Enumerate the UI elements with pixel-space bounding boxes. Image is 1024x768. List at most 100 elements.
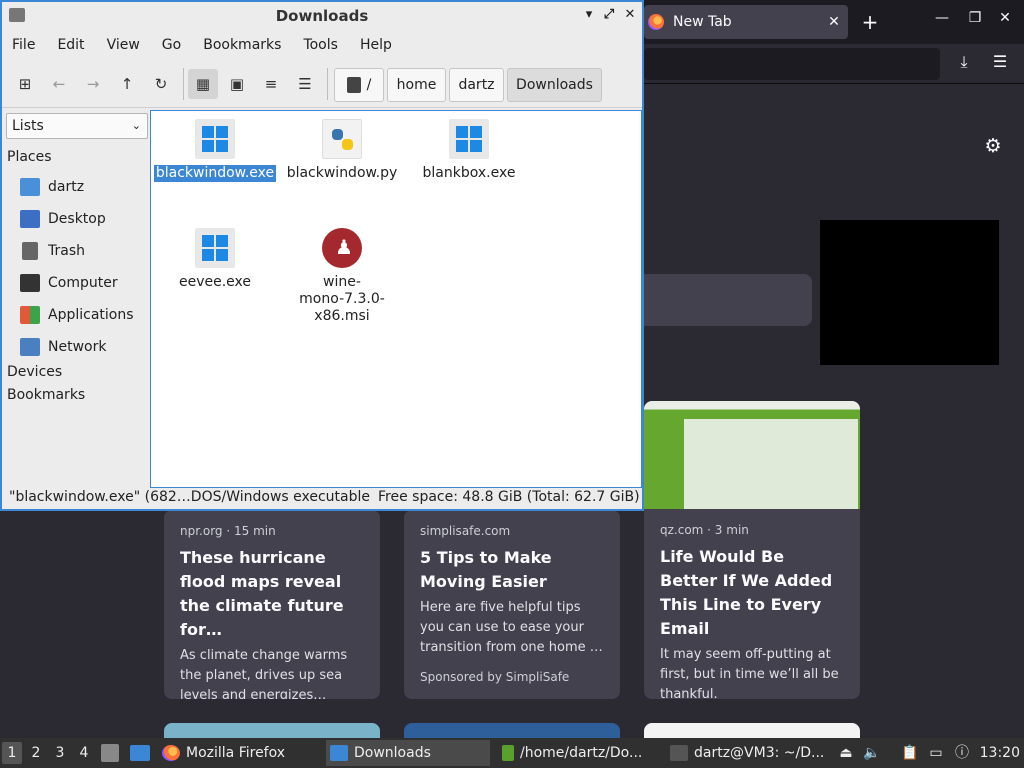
sidebar: Lists ⌄ Places dartz Desktop Trash Comput…	[4, 110, 148, 488]
desktop-icon	[20, 210, 40, 228]
folder-icon	[330, 745, 348, 761]
computer-icon	[20, 274, 40, 292]
menu-edit[interactable]: Edit	[57, 37, 84, 53]
menu-bookmarks[interactable]: Bookmarks	[203, 37, 281, 53]
breadcrumb-root[interactable]: /	[334, 68, 384, 102]
eject-icon[interactable]: ⏏	[836, 743, 856, 763]
menu-go[interactable]: Go	[162, 37, 181, 53]
file-item[interactable]: eevee.exe	[151, 228, 279, 291]
network-icon	[20, 338, 40, 356]
status-bar: "blackwindow.exe" (682…DOS/Windows execu…	[4, 485, 642, 509]
workspace-1[interactable]: 1	[2, 742, 22, 764]
new-tab-button[interactable]: +	[856, 8, 884, 36]
update-notifier-icon[interactable]: ⓘ	[952, 743, 972, 763]
file-item[interactable]: blankbox.exe	[405, 119, 533, 182]
forward-icon[interactable]: →	[78, 69, 108, 99]
sidebar-item-dartz[interactable]: dartz	[20, 176, 84, 198]
reload-icon[interactable]: ↻	[146, 69, 176, 99]
file-item[interactable]: ♟ wine- mono-7.3.0- x86.msi	[278, 228, 406, 325]
clipboard-icon[interactable]: 📋	[900, 743, 920, 763]
maximize-icon[interactable]: ❐	[963, 10, 987, 26]
task-terminal[interactable]: dartz@VM3: ~/D...	[666, 740, 824, 766]
chevron-down-icon: ⌄	[131, 119, 141, 132]
card-title: 5 Tips to Make Moving Easier	[420, 548, 552, 591]
devices-heading[interactable]: Devices	[7, 364, 62, 380]
text-editor-icon	[502, 745, 514, 761]
story-card[interactable]: qz.com · 3 min Life Would Be Better If W…	[644, 401, 860, 699]
file-name: wine- mono-7.3.0- x86.msi	[299, 274, 385, 324]
close-window-icon[interactable]: ✕	[993, 10, 1017, 26]
card-sponsor: Sponsored by SimpliSafe	[420, 670, 570, 684]
firefox-icon	[162, 745, 180, 761]
minimize-icon[interactable]: —	[930, 10, 954, 26]
black-window	[820, 220, 999, 365]
menu-bar: File Edit View Go Bookmarks Tools Help	[2, 30, 642, 60]
menu-file[interactable]: File	[12, 37, 35, 53]
story-card[interactable]: simplisafe.com 5 Tips to Make Moving Eas…	[404, 510, 620, 699]
volume-icon[interactable]: 🔈	[862, 743, 882, 763]
free-space-status: Free space: 48.8 GiB (Total: 62.7 GiB)	[378, 489, 640, 505]
menu-help[interactable]: Help	[360, 37, 392, 53]
menu-tools[interactable]: Tools	[303, 37, 338, 53]
file-item[interactable]: blackwindow.py	[278, 119, 406, 182]
task-downloads[interactable]: Downloads	[326, 740, 490, 766]
file-manager-launcher-icon[interactable]	[101, 744, 119, 762]
card-title: These hurricane flood maps reveal the cl…	[180, 548, 344, 639]
menu-view[interactable]: View	[107, 37, 140, 53]
task-firefox[interactable]: Mozilla Firefox	[158, 740, 285, 766]
toolbar-divider	[183, 68, 184, 100]
breadcrumb-home[interactable]: home	[387, 68, 446, 102]
sidebar-item-network[interactable]: Network	[20, 336, 106, 358]
up-icon[interactable]: ↑	[112, 69, 142, 99]
firefox-icon	[648, 14, 664, 30]
icon-view-icon[interactable]: ▦	[188, 69, 218, 99]
minimize-icon[interactable]: ▾	[580, 7, 598, 22]
close-icon[interactable]: ✕	[621, 7, 639, 22]
applications-icon	[20, 306, 40, 324]
taskbar: 1 2 3 4 Mozilla Firefox Downloads /home/…	[0, 738, 1024, 768]
url-bar[interactable]	[644, 48, 940, 80]
back-icon[interactable]: ←	[44, 69, 74, 99]
file-item[interactable]: blackwindow.exe	[151, 119, 279, 182]
card-title: Life Would Be Better If We Added This Li…	[660, 547, 833, 638]
file-view[interactable]: blackwindow.exe blackwindow.py blankbox.…	[150, 110, 642, 488]
network-status-icon[interactable]: ▭	[926, 743, 946, 763]
breadcrumb-downloads[interactable]: Downloads	[507, 68, 602, 102]
sidebar-item-trash[interactable]: Trash	[20, 240, 85, 262]
windows-exe-icon	[195, 119, 235, 159]
sidebar-item-desktop[interactable]: Desktop	[20, 208, 106, 230]
card-source: qz.com · 3 min	[660, 523, 749, 537]
sidebar-item-computer[interactable]: Computer	[20, 272, 118, 294]
download-icon[interactable]: ⤓	[950, 52, 978, 76]
task-text-editor[interactable]: /home/dartz/Do...	[498, 740, 642, 766]
toolbar: ⊞ ← → ↑ ↻ ▦ ▣ ≡ ☰ / home dartz Downloads	[2, 60, 642, 108]
new-window-icon[interactable]: ⊞	[10, 69, 40, 99]
workspace-2[interactable]: 2	[26, 742, 46, 764]
card-description: Here are five helpful tips you can use t…	[420, 600, 603, 655]
tab-new-tab[interactable]: New Tab ✕	[644, 5, 848, 39]
workspace-4[interactable]: 4	[74, 742, 94, 764]
thumbnail-view-icon[interactable]: ▣	[222, 69, 252, 99]
bookmarks-heading[interactable]: Bookmarks	[7, 387, 85, 403]
hamburger-menu-icon[interactable]: ☰	[986, 52, 1014, 76]
list-view-icon[interactable]: ☰	[290, 69, 320, 99]
show-desktop-icon[interactable]	[130, 745, 150, 761]
gear-icon[interactable]: ⚙	[980, 133, 1006, 159]
clock[interactable]: 13:20	[980, 738, 1020, 768]
wine-glass-icon: ♟	[322, 228, 362, 268]
sidebar-item-applications[interactable]: Applications	[20, 304, 134, 326]
card-source: npr.org · 15 min	[180, 524, 276, 538]
sidebar-mode-select[interactable]: Lists ⌄	[6, 113, 148, 139]
close-tab-icon[interactable]: ✕	[820, 14, 848, 30]
title-bar[interactable]: Downloads ▾ ⤢ ✕	[2, 2, 642, 30]
compact-view-icon[interactable]: ≡	[256, 69, 286, 99]
file-name: blackwindow.exe	[153, 165, 277, 182]
workspace-3[interactable]: 3	[50, 742, 70, 764]
python-file-icon	[322, 119, 362, 159]
file-name: eevee.exe	[178, 274, 252, 290]
story-card[interactable]: npr.org · 15 min These hurricane flood m…	[164, 510, 380, 699]
maximize-icon[interactable]: ⤢	[600, 7, 618, 22]
drive-icon	[346, 77, 361, 93]
window-title: Downloads	[275, 7, 369, 25]
breadcrumb-dartz[interactable]: dartz	[449, 68, 504, 102]
